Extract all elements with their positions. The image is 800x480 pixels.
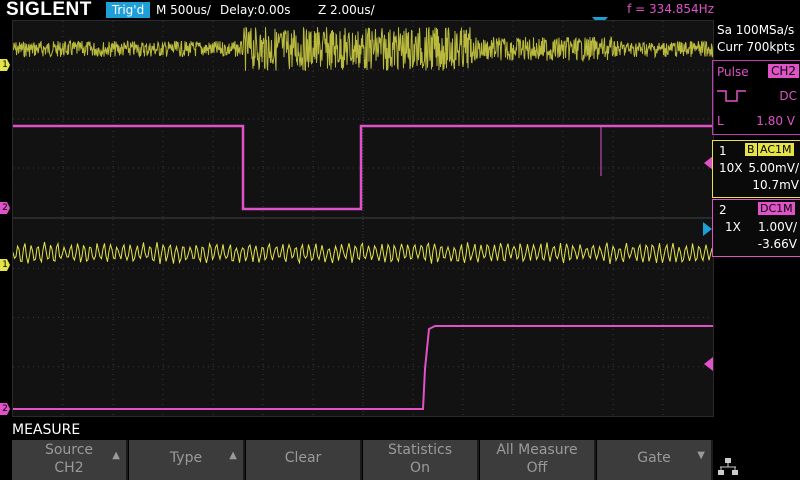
ch1-ground-marker-zoom[interactable]: 1	[0, 259, 10, 271]
trigger-status-badge: Trig'd	[106, 2, 150, 18]
all-measure-label: All Measure	[496, 442, 578, 458]
ch2-info-panel[interactable]: 2 DC1M 1X 1.00V/ -3.66V	[712, 199, 800, 257]
ch1-scale: 5.00mV/	[748, 161, 799, 175]
ch2-ground-marker-zoom[interactable]: 2	[0, 403, 10, 415]
gate-softkey[interactable]: Gate ▼	[597, 440, 713, 480]
statistics-value: On	[410, 460, 430, 476]
zoom-waveform-plot	[13, 219, 713, 416]
ch2-probe: 1X	[725, 220, 741, 234]
trigger-level-value: 1.80 V	[756, 114, 795, 128]
ch1-probe: 10X	[719, 161, 743, 175]
timebase-readout: M 500us/	[156, 3, 211, 17]
trigger-type: Pulse	[717, 65, 749, 79]
knob-adjust-icon: ▲	[229, 450, 237, 461]
trigger-coupling: DC	[779, 89, 797, 103]
negative-pulse-icon	[717, 90, 746, 102]
ch2-scale: 1.00V/	[758, 220, 797, 234]
acquisition-info: Sa 100MSa/s Curr 700kpts	[717, 22, 795, 56]
source-softkey[interactable]: Source CH2 ▲	[12, 440, 128, 480]
ch1-coupling-badge: AC1M	[758, 143, 794, 156]
delay-readout: Delay:0.00s	[220, 3, 291, 17]
ch2-offset: -3.66V	[757, 237, 797, 251]
trigger-level-label: L	[717, 114, 724, 128]
ch2-ground-marker-main[interactable]: 2	[0, 202, 10, 214]
gate-label: Gate	[637, 450, 671, 466]
zoom-waveform-window[interactable]	[12, 218, 714, 417]
trigger-panel[interactable]: Pulse CH2 DC L 1.80 V	[712, 60, 800, 135]
network-icon	[718, 458, 738, 475]
source-label: Source	[44, 442, 94, 458]
knob-adjust-icon: ▼	[697, 450, 705, 461]
ch1-number: 1	[719, 144, 727, 158]
type-softkey[interactable]: Type ▲	[129, 440, 245, 480]
statistics-label: Statistics	[388, 442, 452, 458]
ch1-info-panel[interactable]: 1 B AC1M 10X 5.00mV/ 10.7mV	[712, 140, 800, 198]
ch1-bandwidth-limit-badge: B	[745, 143, 757, 156]
main-waveform-window[interactable]	[12, 20, 714, 218]
ch1-offset: 10.7mV	[752, 178, 799, 192]
all-measure-value: Off	[526, 460, 548, 476]
trigger-level-marker-zoom-icon[interactable]	[704, 357, 713, 371]
trigger-source-badge: CH2	[767, 64, 799, 78]
menu-title: MEASURE	[12, 422, 81, 438]
sample-rate: Sa 100MSa/s	[717, 23, 795, 37]
source-value: CH2	[54, 460, 84, 476]
all-measure-softkey[interactable]: All Measure Off	[480, 440, 596, 480]
frequency-counter: f = 334.854Hz	[627, 2, 714, 16]
zoom-timebase-readout: Z 2.00us/	[318, 3, 375, 17]
main-waveform-plot	[13, 21, 713, 217]
brand-logo: SIGLENT	[6, 0, 92, 20]
knob-adjust-icon: ▲	[112, 450, 120, 461]
zoom-position-marker-icon[interactable]	[703, 222, 712, 236]
clear-label: Clear	[284, 450, 322, 466]
ch2-number: 2	[719, 203, 727, 217]
clear-softkey[interactable]: Clear	[246, 440, 362, 480]
ch1-ground-marker-main[interactable]: 1	[0, 59, 10, 71]
memory-depth: Curr 700kpts	[717, 40, 795, 54]
ch2-coupling-badge: DC1M	[758, 202, 795, 215]
type-label: Type	[169, 450, 203, 466]
statistics-softkey[interactable]: Statistics On	[363, 440, 479, 480]
